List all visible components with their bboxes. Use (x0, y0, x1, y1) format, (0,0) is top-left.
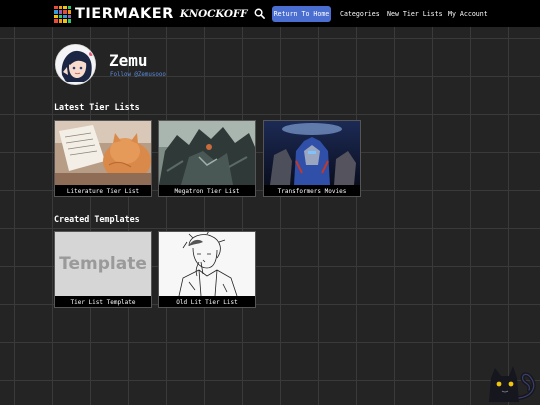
card-title: Transformers Movies (277, 187, 347, 195)
logo-grid-cell (67, 10, 71, 14)
logo-grid-cell (54, 19, 58, 23)
top-bar: TIERMAKER KNOCKOFF Return To Home Catego… (0, 0, 540, 27)
latest-tier-lists-heading: Latest Tier Lists (54, 102, 140, 112)
logo-grid-cell (58, 14, 62, 18)
logo-grid-cell (58, 10, 62, 14)
nav-my-account[interactable]: My Account (448, 10, 488, 18)
logo-grid-cell (54, 10, 58, 14)
logo-grid-cell (67, 5, 71, 9)
nav-categories[interactable]: Categories (340, 10, 380, 18)
logo-grid-cell (63, 10, 67, 14)
profile-name: Zemu (109, 51, 148, 70)
site-logo[interactable]: TIERMAKER KNOCKOFF (54, 5, 248, 23)
logo-grid-cell (63, 5, 67, 9)
logo-text: TIERMAKER (75, 6, 174, 22)
logo-grid-cell (58, 5, 62, 9)
card-title: Megatron Tier List (174, 187, 240, 195)
logo-grid-cell (54, 5, 58, 9)
logo-grid-cell (63, 14, 67, 18)
logo-grid-cell (67, 14, 71, 18)
card-thumbnail: Template (55, 232, 151, 296)
template-card[interactable]: Old Lit Tier List (158, 231, 256, 308)
cat-mascot-icon (489, 366, 536, 402)
card-thumbnail (264, 121, 360, 185)
avatar (55, 44, 96, 85)
search-icon[interactable] (254, 8, 265, 19)
card-title: Tier List Template (70, 298, 136, 306)
template-card[interactable]: Template Tier List Template (54, 231, 152, 308)
nav-new-tier-lists[interactable]: New Tier Lists (387, 10, 443, 18)
template-thumbnail-text: Template (59, 254, 147, 274)
card-title: Old Lit Tier List (176, 298, 238, 306)
tier-list-card[interactable]: Megatron Tier List (158, 120, 256, 197)
logo-grid-icon (54, 5, 71, 23)
created-templates-heading: Created Templates (54, 214, 140, 224)
card-thumbnail (159, 121, 255, 185)
logo-subtitle: KNOCKOFF (179, 8, 248, 20)
return-home-button[interactable]: Return To Home (272, 6, 331, 22)
logo-grid-cell (63, 19, 67, 23)
card-thumbnail (55, 121, 151, 185)
card-title: Literature Tier List (66, 187, 140, 195)
logo-grid-cell (67, 19, 71, 23)
tier-list-card[interactable]: Transformers Movies (263, 120, 361, 197)
logo-grid-cell (58, 19, 62, 23)
logo-grid-cell (54, 14, 58, 18)
avatar-image (56, 45, 95, 84)
card-thumbnail (159, 232, 255, 296)
follow-link[interactable]: Follow @Zemusooo (110, 72, 166, 78)
tier-list-card[interactable]: Literature Tier List (54, 120, 152, 197)
